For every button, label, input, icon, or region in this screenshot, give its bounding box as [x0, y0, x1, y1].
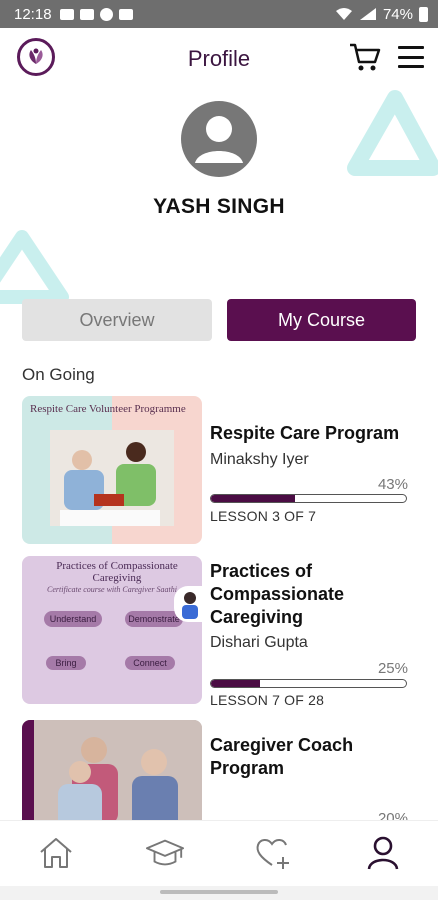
thumbnail-caption: Practices of Compassionate Caregiving: [56, 560, 178, 584]
graduation-cap-icon: [145, 839, 185, 866]
bottom-navigation: [0, 820, 438, 886]
thumbnail-bubble: Connect: [125, 656, 175, 670]
status-bar: 12:18 74%: [0, 0, 438, 28]
course-progress-bar: [210, 494, 407, 503]
course-progress-percent: 43%: [377, 476, 408, 493]
instructor-badge-icon: [174, 586, 202, 622]
course-author: Dishari Gupta: [210, 634, 308, 651]
cart-button[interactable]: [348, 42, 382, 72]
menu-line: [398, 55, 424, 59]
course-thumbnail: Practices of Compassionate Caregiving Ce…: [22, 556, 202, 704]
caregiver-photo-icon: [50, 430, 174, 526]
nav-home[interactable]: [36, 833, 76, 873]
course-author: Minakshy Iyer: [210, 451, 309, 468]
hamburger-menu-icon[interactable]: [398, 46, 424, 68]
menu-line: [398, 46, 424, 49]
coach-photo-icon: [22, 720, 202, 820]
thumbnail-bubble: Understand: [44, 611, 102, 627]
course-title: Practices of Compassionate Caregiving: [210, 561, 345, 627]
thumbnail-subcaption: Certificate course with Caregiver Saathi: [47, 585, 177, 594]
thumbnail-caption: Respite Care Volunteer Programme: [30, 403, 186, 415]
wifi-icon: [335, 8, 352, 20]
course-lesson-count: LESSON 7 OF 28: [210, 692, 325, 708]
tab-overview[interactable]: Overview: [22, 299, 212, 341]
course-title: Caregiver Coach Program: [210, 735, 354, 778]
battery-percent: 74%: [382, 5, 413, 23]
progress-fill: [211, 680, 260, 687]
gesture-handle[interactable]: [160, 890, 278, 894]
mail-icon: [79, 8, 94, 20]
section-label-ongoing: On Going: [22, 365, 95, 384]
message-icon: [59, 8, 74, 20]
profile-icon: [367, 836, 399, 870]
course-progress-percent: 20%: [377, 810, 408, 820]
tab-my-course[interactable]: My Course: [227, 299, 416, 341]
thumbnail-photo: [50, 430, 174, 526]
app-header: Profile: [0, 28, 438, 90]
menu-line: [398, 65, 424, 68]
heart-plus-icon: [256, 839, 289, 869]
course-card[interactable]: Respite Care Volunteer Programme Respite…: [22, 396, 416, 546]
notification-icons: [59, 7, 133, 21]
decorative-triangle-left: [0, 230, 69, 304]
person-icon: [182, 592, 198, 619]
battery-icon: [419, 6, 428, 22]
signal-icon: [359, 8, 376, 20]
nav-courses[interactable]: [145, 833, 185, 873]
course-progress-bar: [210, 679, 407, 688]
course-thumbnail: Respite Care Volunteer Programme: [22, 396, 202, 544]
home-icon: [40, 838, 72, 868]
course-title: Respite Care Program: [210, 423, 400, 443]
decorative-triangle-right: [347, 90, 438, 176]
nav-wishlist[interactable]: [254, 833, 294, 873]
status-time: 12:18: [14, 5, 52, 23]
course-card[interactable]: Practices of Compassionate Caregiving Ce…: [22, 556, 416, 708]
nav-profile[interactable]: [363, 833, 403, 873]
course-progress-percent: 25%: [377, 660, 408, 677]
progress-fill: [211, 495, 295, 502]
thumbnail-bubble: Bring: [46, 656, 86, 670]
system-icons: 74%: [335, 6, 428, 23]
cart-icon: [350, 43, 381, 71]
course-thumbnail: [22, 720, 202, 820]
user-avatar-icon[interactable]: [181, 101, 257, 177]
whatsapp-icon: [99, 7, 113, 21]
image-icon: [118, 8, 133, 20]
course-card[interactable]: Caregiver Coach Program 20%: [22, 720, 416, 820]
course-lesson-count: LESSON 3 OF 7: [210, 508, 317, 524]
avatar-silhouette: [195, 116, 243, 163]
gesture-bar: [0, 886, 438, 900]
user-name: YASH SINGH: [153, 195, 285, 218]
